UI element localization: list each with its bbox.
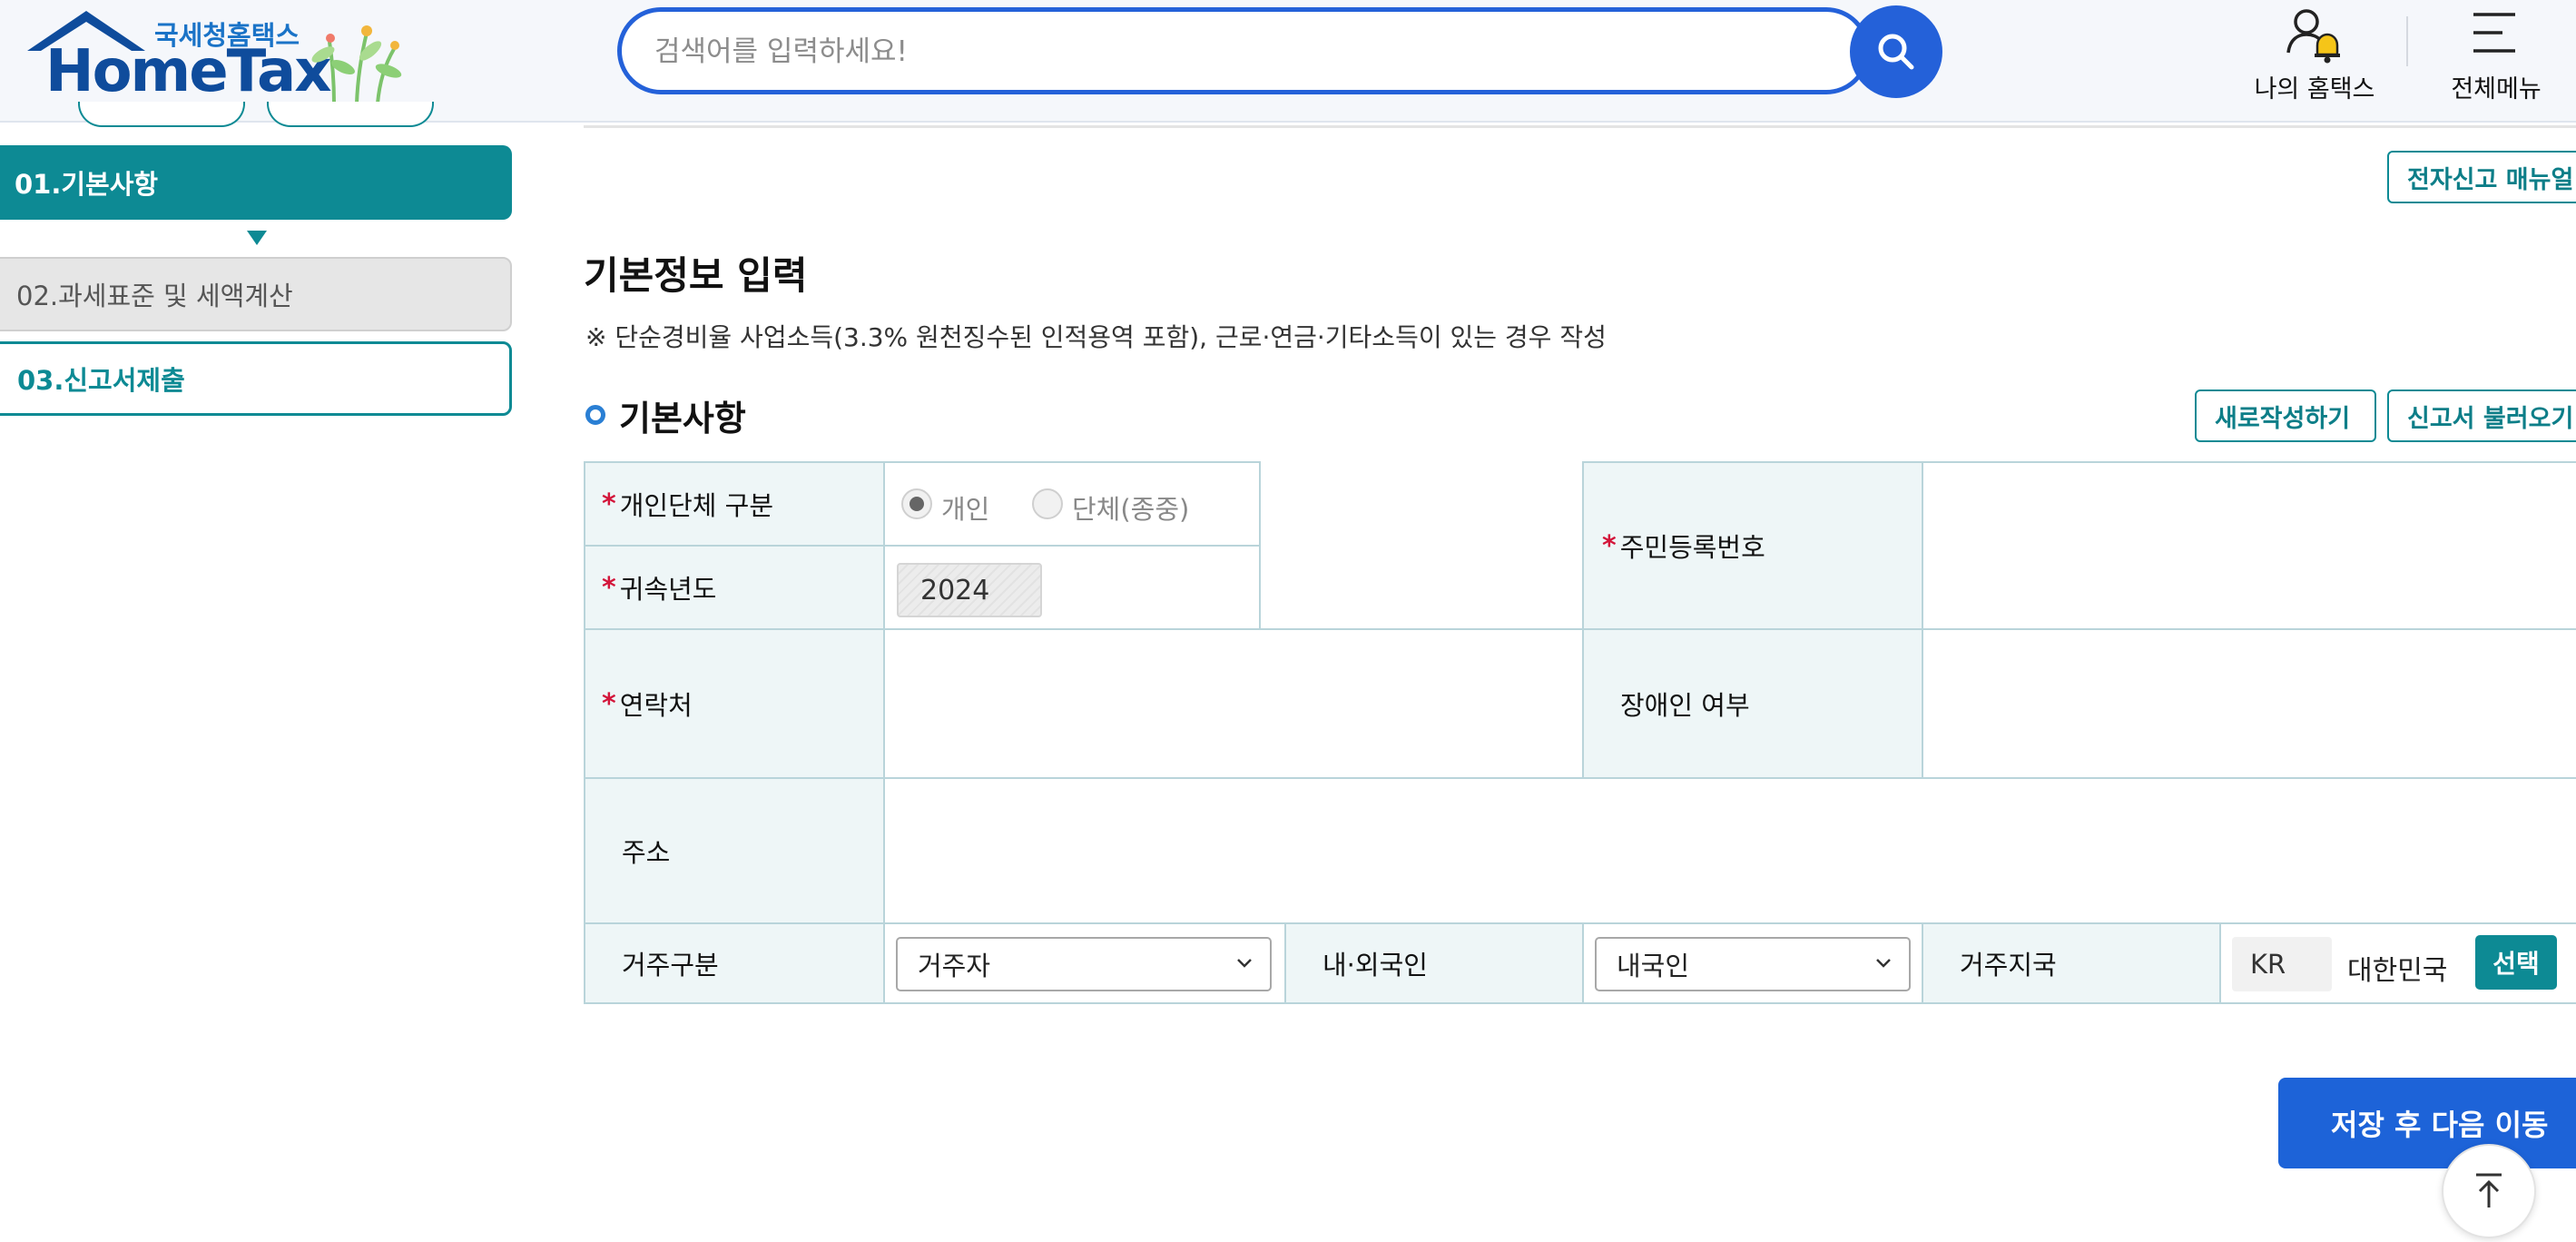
step-label: 03.신고서제출 xyxy=(17,365,185,396)
type-radio-group[interactable] xyxy=(1032,488,1063,519)
section-bullet-icon xyxy=(585,405,605,425)
step-label: 01.기본사항 xyxy=(15,169,159,200)
search-icon xyxy=(1878,34,1914,70)
header-divider xyxy=(2406,16,2408,66)
nationality-select[interactable]: 내국인 xyxy=(1595,937,1911,991)
residence-label: 거주구분 xyxy=(622,950,719,981)
chevron-down-icon xyxy=(1237,959,1252,968)
scroll-to-top-button[interactable] xyxy=(2442,1144,2536,1238)
plant-decoration-icon xyxy=(311,25,402,104)
content-top-divider xyxy=(584,125,2576,128)
nationality-label: 내·외국인 xyxy=(1322,950,1428,981)
sidebar-tab-fragment-1[interactable] xyxy=(78,102,245,127)
address-label-cell: 주소 xyxy=(584,777,885,924)
search-box xyxy=(617,7,1870,94)
rrn-value-cell[interactable] xyxy=(1922,461,2576,630)
disabled-value-cell[interactable] xyxy=(1922,628,2576,779)
residence-label-cell: 거주구분 xyxy=(584,922,885,1004)
disabled-label: 장애인 여부 xyxy=(1620,690,1750,721)
logo-wordmark: HomeTax xyxy=(45,38,331,105)
nationality-select-value: 내국인 xyxy=(1617,951,1690,981)
type-option-group[interactable]: 단체(종중) xyxy=(1072,488,1189,527)
sidebar-tab-fragment-2[interactable] xyxy=(267,102,434,127)
user-bell-icon xyxy=(2286,9,2340,64)
rrn-label-cell: * 주민등록번호 xyxy=(1582,461,1923,630)
page-title: 기본정보 입력 xyxy=(584,253,808,298)
my-hometax-button[interactable]: 나의 홈택스 xyxy=(2242,5,2387,105)
residence-select[interactable]: 거주자 xyxy=(896,937,1272,991)
my-hometax-label: 나의 홈택스 xyxy=(2254,75,2375,104)
search-input[interactable] xyxy=(654,28,1789,75)
country-select-button[interactable]: 선택 xyxy=(2475,935,2557,990)
arrow-up-icon xyxy=(2476,1173,2502,1208)
required-mark: * xyxy=(602,488,616,520)
load-return-button[interactable]: 신고서 불러오기 xyxy=(2387,389,2576,442)
type-label: 개인단체 구분 xyxy=(619,490,774,521)
nationality-label-cell: 내·외국인 xyxy=(1284,922,1584,1004)
all-menu-button[interactable]: 전체메뉴 xyxy=(2433,5,2560,105)
hamburger-menu-icon xyxy=(2473,13,2515,53)
year-field: 2024 xyxy=(897,563,1042,617)
step-basic-info[interactable]: 01.기본사항 xyxy=(0,145,512,220)
contact-value-cell[interactable] xyxy=(883,628,1584,779)
page-note: ※ 단순경비율 사업소득(3.3% 원천징수된 인적용역 포함), 근로·연금·… xyxy=(585,322,1607,352)
step-submit[interactable]: 03.신고서제출 xyxy=(0,341,512,416)
country-name: 대한민국 xyxy=(2347,955,2448,987)
save-and-next-button[interactable]: 저장 후 다음 이동 xyxy=(2278,1078,2576,1168)
new-form-button[interactable]: 새로작성하기 xyxy=(2195,389,2376,442)
type-value-cell: 개인 단체(종중) xyxy=(883,461,1261,547)
address-label: 주소 xyxy=(622,837,671,868)
contact-label: 연락처 xyxy=(619,690,693,721)
page: 국세청홈택스 HomeTax 검색어를 입력하세요! 나의 홈택스 전체메뉴 0… xyxy=(0,0,2576,1242)
required-mark: * xyxy=(602,687,616,720)
hometax-logo[interactable]: 국세청홈택스 HomeTax xyxy=(18,7,408,109)
e-filing-manual-button[interactable]: 전자신고 매뉴얼 xyxy=(2387,151,2576,203)
country-label-cell: 거주지국 xyxy=(1922,922,2221,1004)
step-arrow-icon xyxy=(247,231,267,245)
chevron-down-icon xyxy=(1876,959,1891,968)
required-mark: * xyxy=(602,571,616,604)
rrn-label: 주민등록번호 xyxy=(1619,532,1765,563)
search-button[interactable] xyxy=(1850,5,1942,98)
type-radio-individual[interactable] xyxy=(901,488,932,519)
year-label: 귀속년도 xyxy=(619,574,717,605)
residence-select-value: 거주자 xyxy=(918,951,991,981)
required-mark: * xyxy=(1602,529,1617,562)
contact-label-cell: * 연락처 xyxy=(584,628,885,779)
step-label: 02.과세표준 및 세액계산 xyxy=(16,281,293,311)
disabled-label-cell: 장애인 여부 xyxy=(1582,628,1923,779)
type-label-cell: * 개인단체 구분 xyxy=(584,461,885,547)
section-title: 기본사항 xyxy=(619,399,746,439)
year-label-cell: * 귀속년도 xyxy=(584,545,885,630)
step-tax-calculation[interactable]: 02.과세표준 및 세액계산 xyxy=(0,257,512,331)
basic-info-form: * 개인단체 구분 개인 단체(종중) * 귀속년도 2024 * 주민등록번호… xyxy=(584,461,2576,1004)
type-option-individual[interactable]: 개인 xyxy=(941,488,989,527)
country-label: 거주지국 xyxy=(1960,950,2057,981)
all-menu-label: 전체메뉴 xyxy=(2451,75,2542,104)
address-value-cell[interactable] xyxy=(883,777,2576,924)
country-code-field: KR xyxy=(2232,937,2332,991)
